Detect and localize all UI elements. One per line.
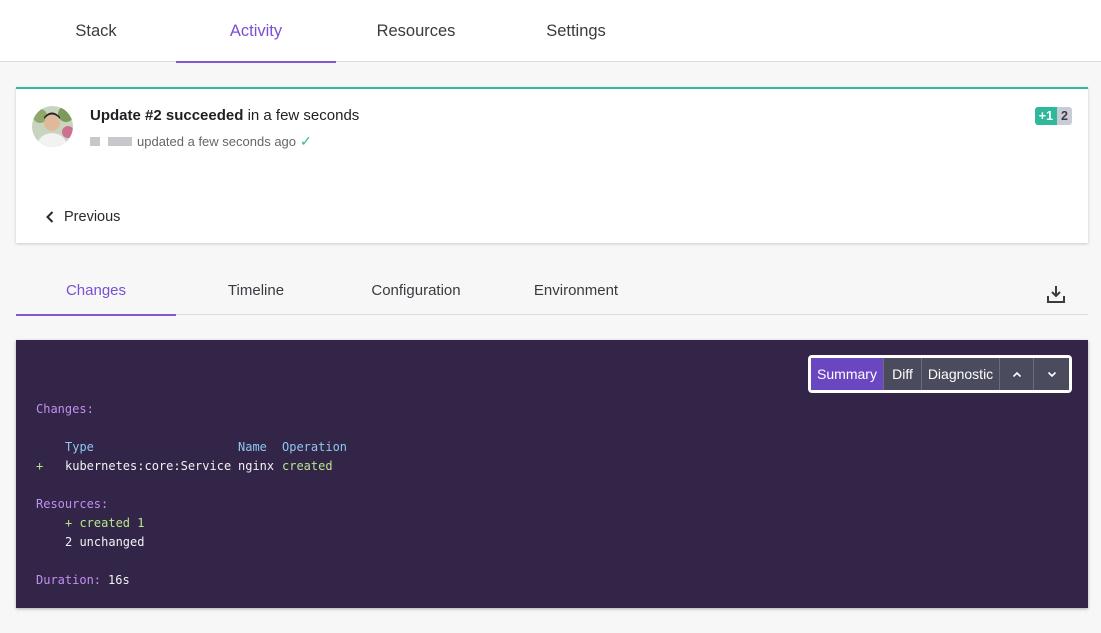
top-nav: Stack Activity Resources Settings (0, 0, 1101, 63)
detail-tabs: Changes Timeline Configuration Environme… (16, 266, 1088, 316)
update-status: Update #2 succeeded (90, 107, 244, 124)
tab-environment-label: Environment (533, 282, 619, 299)
row-operation: created (282, 459, 333, 473)
summary-label: Summary (817, 366, 877, 382)
tab-configuration-label: Configuration (371, 282, 461, 299)
previous-button[interactable]: Previous (46, 209, 120, 225)
tab-resources[interactable]: Resources (336, 0, 496, 62)
diff-button[interactable]: Diff (884, 358, 922, 390)
tab-environment[interactable]: Environment (496, 266, 656, 315)
update-title: Update #2 succeeded in a few seconds (90, 107, 359, 124)
chevron-up-icon (1012, 371, 1021, 377)
avatar (32, 106, 73, 147)
tab-configuration[interactable]: Configuration (336, 266, 496, 315)
resources-header: Resources: (36, 497, 109, 511)
badge-unchanged: 2 (1057, 107, 1072, 125)
column-type: Type (65, 440, 94, 454)
tab-stack[interactable]: Stack (16, 0, 176, 62)
scroll-up-button[interactable] (1000, 358, 1034, 390)
change-badges: +1 2 (1034, 107, 1072, 125)
redacted-name-2 (108, 137, 132, 146)
changes-header: Changes: (36, 402, 94, 416)
diff-label: Diff (892, 366, 913, 382)
check-icon: ✓ (300, 133, 312, 149)
row-marker: + (36, 459, 44, 473)
update-card: Update #2 succeeded in a few seconds upd… (16, 87, 1088, 243)
update-meta: updated a few seconds ago ✓ (90, 133, 312, 150)
tab-activity-label: Activity (229, 21, 283, 40)
tab-changes-label: Changes (65, 282, 127, 299)
download-button[interactable] (1046, 284, 1066, 309)
column-operation: Operation (282, 440, 348, 454)
update-meta-text: updated a few seconds ago (137, 134, 297, 149)
summary-button[interactable]: Summary (811, 358, 884, 390)
tab-changes[interactable]: Changes (16, 266, 176, 316)
tab-timeline-label: Timeline (227, 282, 285, 299)
tab-stack-label: Stack (75, 21, 117, 40)
console-output: Summary Diff Diagnostic Changes: Type Na… (16, 340, 1088, 608)
view-toolbar: Summary Diff Diagnostic (808, 355, 1072, 393)
chevron-down-icon (1047, 371, 1056, 377)
column-name: Name (238, 440, 267, 454)
tab-resources-label: Resources (376, 21, 456, 40)
tab-settings[interactable]: Settings (496, 0, 656, 62)
diagnostic-label: Diagnostic (927, 366, 994, 382)
scroll-down-button[interactable] (1034, 358, 1069, 390)
tab-timeline[interactable]: Timeline (176, 266, 336, 315)
badge-added: +1 (1034, 107, 1058, 125)
previous-label: Previous (64, 209, 121, 225)
row-name: nginx (238, 459, 275, 473)
row-type: kubernetes:core:Service (65, 459, 232, 473)
chevron-left-icon (46, 211, 54, 223)
duration-value: 16s (108, 573, 130, 587)
tab-activity[interactable]: Activity (176, 0, 336, 63)
resources-unchanged: 2 unchanged (65, 535, 145, 549)
tab-settings-label: Settings (546, 21, 606, 40)
duration-label: Duration: (36, 573, 102, 587)
resources-created: + created 1 (65, 516, 145, 530)
download-icon (1047, 286, 1065, 303)
update-duration-text: in a few seconds (243, 107, 360, 124)
redacted-name-1 (90, 137, 100, 146)
diagnostic-button[interactable]: Diagnostic (922, 358, 1000, 390)
